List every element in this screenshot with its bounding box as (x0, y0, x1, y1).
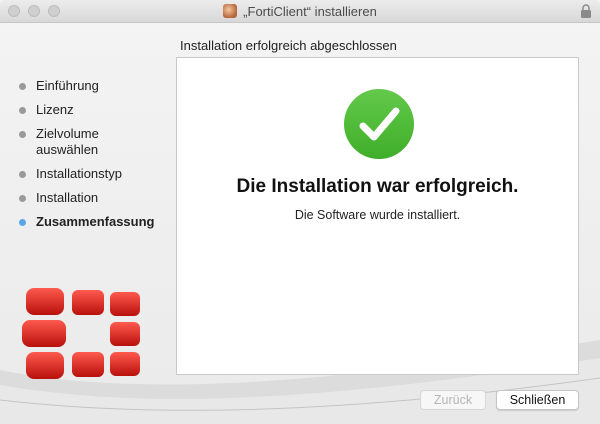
sidebar-item-label: Zusammenfassung (36, 214, 155, 229)
window-title-wrap: „FortiClient“ installieren (0, 0, 600, 22)
package-icon (223, 4, 238, 18)
installer-window: „FortiClient“ installieren Installation … (0, 0, 600, 424)
sidebar-item-zusammenfassung: Zusammenfassung (18, 214, 168, 230)
checkmark-icon (359, 107, 400, 141)
step-dot (19, 107, 26, 114)
step-dot (19, 195, 26, 202)
success-check-icon (344, 89, 414, 159)
page-heading: Installation erfolgreich abgeschlossen (180, 38, 397, 53)
sidebar-item-label: Installationstyp (36, 166, 122, 181)
sidebar-item-label: Lizenz (36, 102, 74, 117)
sidebar-item-zielvolume: Zielvolume auswählen (18, 126, 116, 158)
sidebar-item-label: Einführung (36, 78, 99, 93)
sidebar-item-lizenz: Lizenz (18, 102, 168, 118)
close-button[interactable]: Schließen (496, 390, 579, 410)
success-subtitle: Die Software wurde installiert. (294, 208, 461, 222)
lock-icon (581, 4, 591, 18)
step-dot (19, 131, 26, 138)
back-button[interactable]: Zurück (420, 390, 486, 410)
sidebar-item-einfuehrung: Einführung (18, 78, 168, 94)
sidebar-item-installationstyp: Installationstyp (18, 166, 168, 182)
summary-panel: Die Installation war erfolgreich. Die So… (176, 57, 579, 375)
sidebar-item-label: Zielvolume auswählen (36, 126, 99, 157)
step-dot-active (19, 219, 26, 226)
success-title: Die Installation war erfolgreich. (236, 176, 519, 197)
window-title: „FortiClient“ installieren (243, 3, 377, 19)
sidebar-item-label: Installation (36, 190, 99, 205)
step-dot (19, 171, 26, 178)
step-dot (19, 83, 26, 90)
title-bar: „FortiClient“ installieren (0, 0, 600, 23)
steps-sidebar: Einführung Lizenz Zielvolume auswählen I… (18, 78, 168, 238)
fortinet-logo (22, 288, 140, 379)
sidebar-item-installation: Installation (18, 190, 168, 206)
